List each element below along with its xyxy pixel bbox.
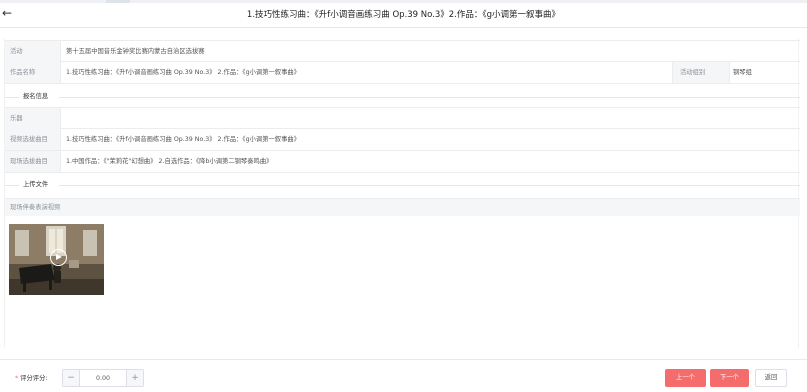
increment-button[interactable]: + [126,370,143,386]
group-label: 活动组别 [672,62,730,83]
live-pieces-row: 现场选拔曲目 1.中国作品：《"茉莉花"幻想曲》 2.自选作品：《降b小调第二钢… [5,151,800,173]
section-divider [59,185,800,186]
live-pieces-label: 现场选拔曲目 [5,151,61,172]
section-divider [5,185,19,186]
video-pieces-row: 视频选拔曲目 1.技巧性练习曲：《升f小调音画练习曲 Op.39 No.3》 2… [5,129,800,151]
group-value: 钢琴组 [733,69,752,76]
work-name-value: 1.技巧性练习曲：《升f小调音画练习曲 Op.39 No.3》 2.作品：《g小… [66,69,300,76]
play-circle-icon[interactable] [50,249,67,266]
live-pieces-value: 1.中国作品：《"茉莉花"幻想曲》 2.自选作品：《降b小调第二钢琴奏鸣曲》 [66,158,273,165]
section-divider [5,97,19,98]
back-button[interactable]: 返回 [755,369,787,387]
activity-row: 活动 第十五届中国音乐金钟奖比赛内蒙古自治区选拔赛 [5,40,800,62]
work-name-label: 作品名称 [5,62,61,83]
header-divider [0,27,807,28]
section-divider [59,97,800,98]
instrument-label: 乐器 [5,108,61,129]
score-label-text: 评分评分: [20,375,48,382]
page-header: ← 1.技巧性练习曲：《升f小调音画练习曲 Op.39 No.3》2.作品：《g… [0,3,807,27]
detail-panel: 活动 第十五届中国音乐金钟奖比赛内蒙古自治区选拔赛 作品名称 1.技巧性练习曲：… [4,38,800,348]
section-uploads: 上传文件 [5,179,800,191]
instrument-row: 乐器 [5,107,800,129]
score-label: * 评分评分: [15,373,47,382]
decrement-button[interactable]: − [63,370,80,386]
section-title-registration: 报名信息 [23,93,49,100]
work-name-row: 作品名称 1.技巧性练习曲：《升f小调音画练习曲 Op.39 No.3》 2.作… [5,62,800,84]
video-pieces-value: 1.技巧性练习曲：《升f小调音画练习曲 Op.39 No.3》 2.作品：《g小… [66,136,300,143]
footer-divider [0,359,807,360]
required-mark: * [15,375,19,382]
activity-value: 第十五届中国音乐金钟奖比赛内蒙古自治区选拔赛 [66,48,205,55]
video-label-row: 现场伴奏表演视频 [5,198,800,216]
activity-label: 活动 [5,41,61,62]
previous-button[interactable]: 上一个 [665,369,706,387]
video-thumbnail[interactable] [9,224,104,295]
video-pieces-label: 视频选拔曲目 [5,129,61,150]
score-stepper: − + [62,369,144,387]
section-registration: 报名信息 [5,91,800,103]
video-label: 现场伴奏表演视频 [10,204,61,211]
score-input[interactable] [81,370,125,386]
page-title: 1.技巧性练习曲：《升f小调音画练习曲 Op.39 No.3》2.作品：《g小调… [246,10,561,20]
next-button[interactable]: 下一个 [710,369,749,387]
section-title-uploads: 上传文件 [23,181,49,188]
